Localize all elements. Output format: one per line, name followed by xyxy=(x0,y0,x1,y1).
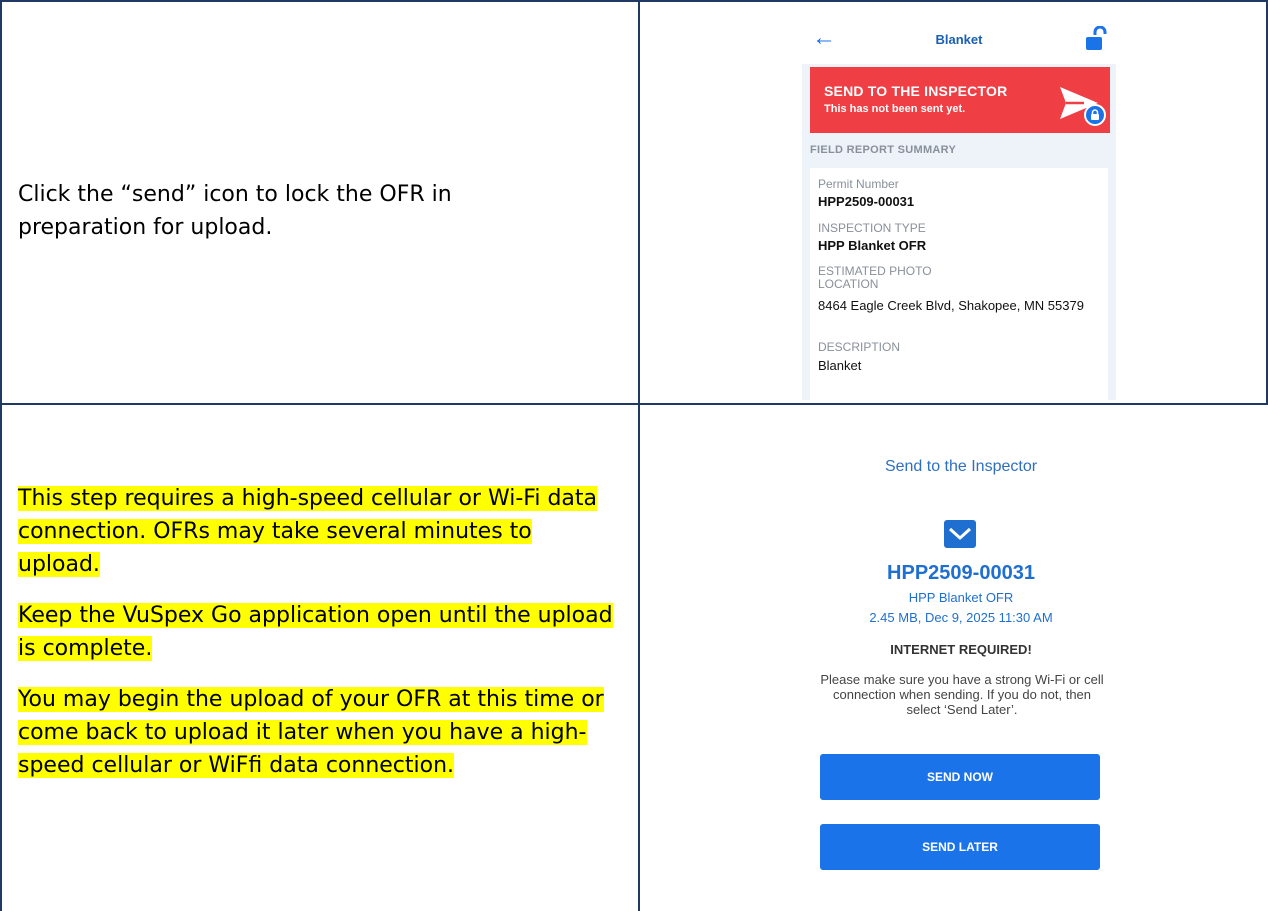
field-value-permit: HPP2509-00031 xyxy=(818,194,915,209)
field-report-screen: ← Blanket SEND TO THE INSPECTOR This has… xyxy=(802,14,1116,400)
send-to-inspector-banner[interactable]: SEND TO THE INSPECTOR This has not been … xyxy=(810,67,1110,133)
summary-card: Permit Number HPP2509-00031 INSPECTION T… xyxy=(810,168,1108,400)
internet-warning: INTERNET REQUIRED! xyxy=(890,642,1032,657)
step-instruction-cell: Click the “send” icon to lock the OFR in… xyxy=(18,178,498,244)
step-instruction-text: Click the “send” icon to lock the OFR in… xyxy=(18,182,452,240)
field-label-description: DESCRIPTION xyxy=(818,340,901,354)
screen-title: Blanket xyxy=(935,32,983,47)
field-value-location: 8464 Eagle Creek Blvd, Shakopee, MN 5537… xyxy=(818,298,1084,313)
note-keep-open: Keep the VuSpex Go application open unti… xyxy=(18,603,613,661)
banner-subtitle: This has not been sent yet. xyxy=(824,103,966,115)
field-label-location: ESTIMATED PHOTO LOCATION xyxy=(818,264,932,291)
field-value-description: Blanket xyxy=(818,358,862,373)
permit-number: HPP2509-00031 xyxy=(887,562,1035,584)
upload-notes-cell: This step requires a high-speed cellular… xyxy=(18,482,618,800)
send-later-button[interactable]: SEND LATER xyxy=(820,824,1100,870)
table-border-center xyxy=(638,0,640,911)
table-border-middle xyxy=(0,403,1268,405)
send-icon[interactable] xyxy=(1058,81,1106,129)
dialog-title: Send to the Inspector xyxy=(884,458,1038,475)
file-meta: 2.45 MB, Dec 9, 2025 11:30 AM xyxy=(869,610,1053,625)
mail-icon xyxy=(944,520,976,548)
field-label-permit: Permit Number xyxy=(818,177,899,191)
summary-heading: FIELD REPORT SUMMARY xyxy=(810,144,957,156)
send-dialog-screen: Send to the Inspector HPP2509-00031 HPP … xyxy=(796,430,1126,908)
inspection-type: HPP Blanket OFR xyxy=(908,590,1014,605)
banner-title: SEND TO THE INSPECTOR xyxy=(824,83,1008,99)
screen-header: ← Blanket xyxy=(802,14,1116,64)
unlock-icon[interactable] xyxy=(1084,26,1108,52)
send-now-button[interactable]: SEND NOW xyxy=(820,754,1100,800)
table-border-left xyxy=(0,0,2,911)
field-value-type: HPP Blanket OFR xyxy=(818,238,927,253)
note-upload-later: You may begin the upload of your OFR at … xyxy=(18,687,604,778)
note-connection: This step requires a high-speed cellular… xyxy=(18,486,597,577)
connection-message: Please make sure you have a strong Wi-Fi… xyxy=(820,672,1104,717)
field-label-type: INSPECTION TYPE xyxy=(818,221,926,235)
table-border-top xyxy=(0,0,1268,2)
